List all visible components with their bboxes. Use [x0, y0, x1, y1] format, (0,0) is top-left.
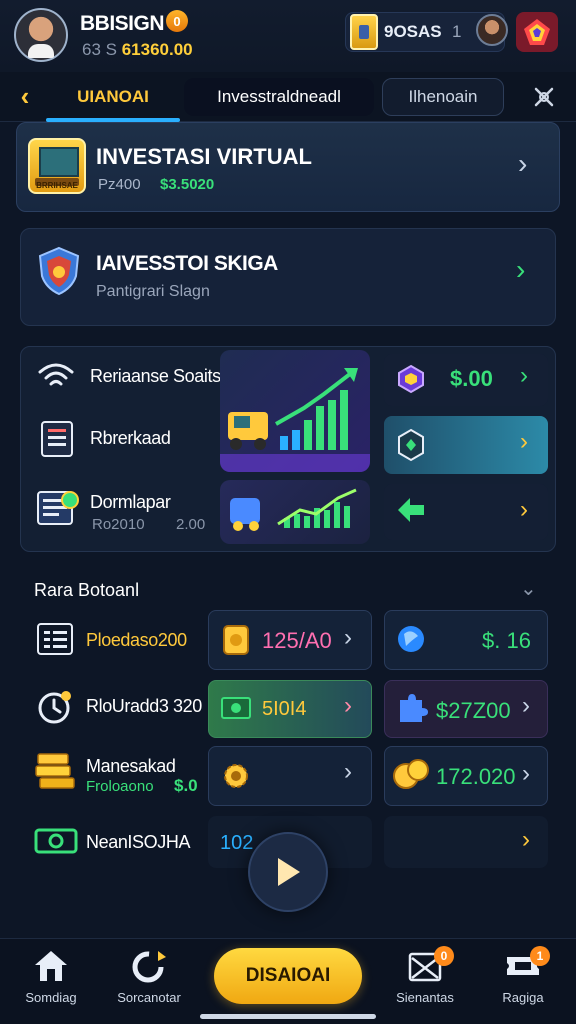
- balance-tile-value: $.00: [450, 366, 493, 391]
- section-row-value: 102: [220, 832, 254, 854]
- nav-search-label: Sorcanotar: [117, 990, 181, 1005]
- section-row-label: Manesakad: [86, 756, 176, 776]
- nav-home-label: Somdiag: [25, 990, 77, 1005]
- chevron-down-icon[interactable]: ⌄: [520, 576, 537, 601]
- chevron-right-icon: ›: [516, 254, 526, 285]
- report-icon: [37, 491, 79, 525]
- user-balance: 63 S 61360.00: [82, 40, 193, 60]
- section-row-side-value: 172.020: [436, 764, 516, 789]
- secondary-subtitle: Pantigrari Slagn: [96, 283, 210, 300]
- chevron-right-icon: ›: [518, 148, 528, 179]
- nav-messages-badge: 0: [434, 946, 454, 966]
- stats-row-label: Reriaanse Soaitsi: [90, 366, 225, 386]
- gear-icon: [224, 764, 248, 788]
- section-row-value: 125/A0: [262, 628, 332, 653]
- trophy-icon: [350, 14, 378, 50]
- section-row-label: Ploedaso200: [86, 630, 187, 650]
- gift-button[interactable]: [516, 12, 558, 52]
- close-button[interactable]: [528, 82, 560, 112]
- nav-messages-label: Sienantas: [396, 990, 454, 1005]
- section-row-label: RloUradd3 320: [86, 696, 202, 716]
- featured-sub-right: $3.5020: [160, 176, 215, 193]
- growth-chart-illustration: [220, 368, 370, 472]
- shield-icon: [38, 246, 80, 296]
- list-icon: [37, 623, 73, 655]
- chevron-right-icon: ›: [520, 428, 528, 455]
- tab-history[interactable]: Ilhenoain: [382, 78, 504, 116]
- section-row-label: NeanISOJHA: [86, 832, 191, 852]
- secondary-investment-card[interactable]: [20, 228, 556, 326]
- coin-card-icon: [223, 625, 249, 655]
- featured-sub-left: Pz400: [98, 176, 141, 193]
- coins-icon: [393, 759, 429, 789]
- balance-prefix: 63 S: [82, 40, 117, 59]
- nav-profile[interactable]: Ragiga: [478, 946, 568, 1016]
- nav-search[interactable]: Sorcanotar: [104, 946, 194, 1016]
- user-avatar[interactable]: [14, 8, 68, 62]
- stats-row-label: Rbrerkaad: [90, 428, 171, 448]
- growth-chart-panel: [220, 350, 370, 472]
- chip-count: 1: [452, 22, 462, 41]
- globe-icon: [398, 626, 424, 652]
- money-icon: [34, 828, 78, 854]
- section-row-sub-label: Froloaono: [86, 778, 154, 795]
- cash-icon: [221, 697, 251, 719]
- stats-row-label: Dormlapar: [90, 492, 171, 512]
- chevron-right-icon: ›: [344, 692, 352, 719]
- gem-icon: [398, 364, 424, 394]
- trend-chart-panel: [220, 480, 370, 544]
- user-name: BBISIGN: [80, 12, 165, 35]
- chevron-right-icon: ›: [344, 624, 352, 651]
- section-row-side-value: $27Z00: [436, 698, 511, 723]
- close-icon: [534, 87, 554, 107]
- featured-icon-label: BRRIHSAE: [36, 181, 78, 190]
- chevron-right-icon: ›: [344, 758, 352, 785]
- chip-label: 9OSAS: [384, 22, 442, 41]
- stats-row-sub-left: Ro2010: [92, 516, 145, 533]
- tab-investments[interactable]: Invesstraldneadl: [184, 78, 374, 116]
- refresh-icon: [129, 946, 169, 986]
- back-button[interactable]: ‹: [10, 82, 40, 112]
- secondary-title: IAIVESSTOI SKIGA: [96, 252, 278, 275]
- chevron-right-icon: ›: [522, 692, 530, 719]
- nav-profile-label: Ragiga: [502, 990, 544, 1005]
- home-indicator: [200, 1014, 376, 1019]
- nav-messages[interactable]: Sienantas: [380, 946, 470, 1016]
- document-icon: [41, 421, 73, 457]
- nav-main-button[interactable]: DISAIOAI: [214, 948, 362, 1004]
- home-icon: [31, 946, 71, 986]
- shield-check-icon: [398, 428, 424, 462]
- timer-icon: [38, 691, 71, 724]
- trend-chart-illustration: [230, 488, 357, 531]
- gift-icon: [524, 19, 550, 45]
- green-arrow-icon: [398, 498, 424, 522]
- gold-bars-icon: [35, 753, 75, 789]
- nav-profile-badge: 1: [530, 946, 550, 966]
- nav-home[interactable]: Somdiag: [6, 946, 96, 1016]
- tab-overview[interactable]: UIANOAI: [46, 78, 180, 116]
- notification-badge: 0: [166, 10, 188, 32]
- balance-value: 61360.00: [121, 40, 193, 59]
- chevron-right-icon: ›: [520, 362, 528, 389]
- puzzle-icon: [400, 694, 428, 722]
- wifi-icon: [38, 363, 74, 386]
- chevron-right-icon: ›: [520, 496, 528, 523]
- chevron-right-icon: ›: [522, 760, 530, 787]
- section-row-sub-value: $.0: [174, 776, 198, 795]
- section-row-value: 5I0I4: [262, 698, 307, 720]
- section-title: Rara Botoanl: [34, 580, 140, 600]
- featured-title: INVESTASI VIRTUAL: [96, 144, 312, 169]
- section-row-side-value: $. 16: [482, 628, 531, 653]
- chevron-right-icon: ›: [522, 826, 530, 853]
- play-button[interactable]: [248, 832, 328, 912]
- friend-avatar[interactable]: [476, 14, 508, 46]
- stats-row-sub-right: 2.00: [176, 516, 206, 533]
- play-icon: [278, 858, 300, 886]
